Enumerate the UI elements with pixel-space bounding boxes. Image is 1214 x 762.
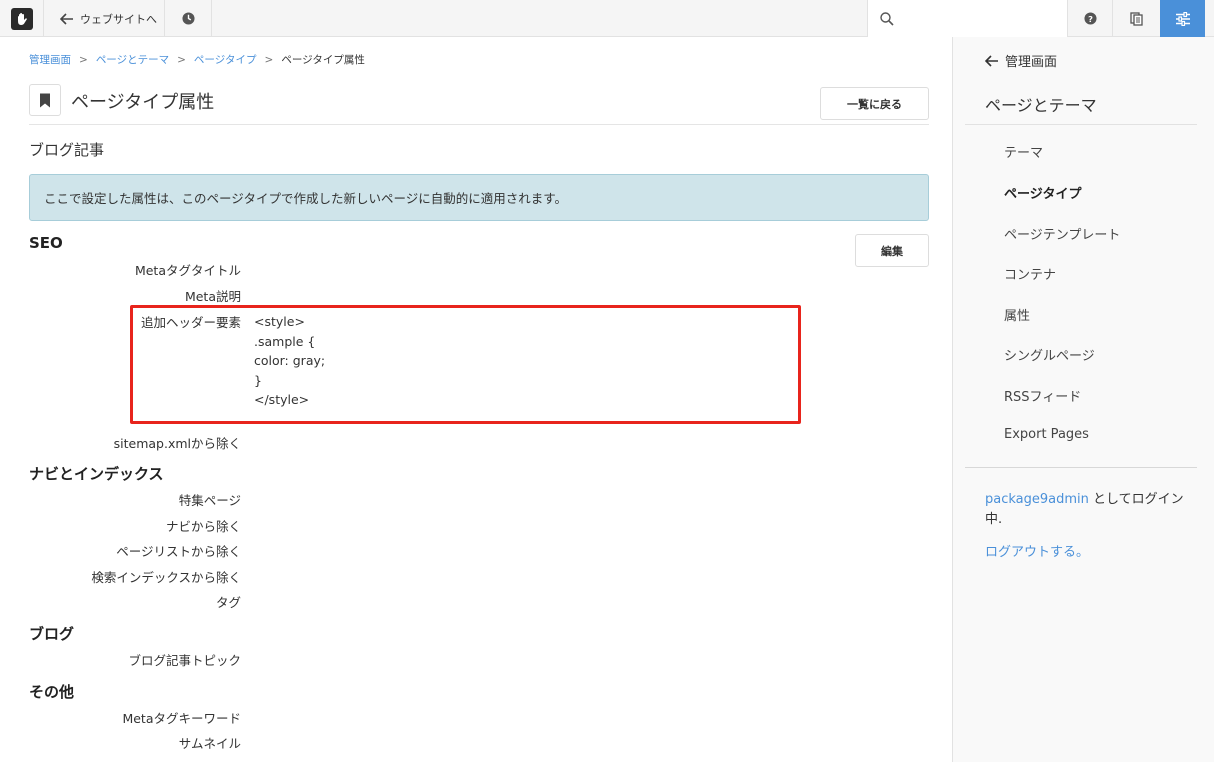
attr-label-meta-description: Meta説明	[184, 289, 241, 304]
back-to-website-button[interactable]: ウェブサイトへ	[45, 0, 165, 37]
breadcrumb-separator: >	[264, 54, 274, 66]
breadcrumb-current: ページタイプ属性	[281, 54, 365, 66]
breadcrumb-link-dashboard[interactable]: 管理画面	[29, 54, 71, 66]
attr-label-exclude-sitemap: sitemap.xmlから除く	[113, 436, 241, 451]
search-input[interactable]	[900, 3, 1060, 34]
search-box[interactable]	[867, 0, 1068, 37]
attr-label-exclude-page-list: ページリストから除く	[116, 544, 241, 559]
attr-label-header-extra: 追加ヘッダー要素	[140, 315, 241, 330]
concrete-logo[interactable]	[0, 0, 44, 37]
recent-button[interactable]	[166, 0, 212, 37]
sidebar-divider	[965, 124, 1197, 125]
code-line: <style>	[254, 314, 305, 329]
dashboard-settings-button[interactable]	[1160, 0, 1205, 37]
hand-logo-icon	[10, 7, 33, 30]
section-heading-blog: ブログ	[29, 625, 75, 643]
page-title: ページタイプ属性	[71, 92, 215, 113]
login-status: package9admin としてログイン中.	[985, 490, 1185, 530]
clock-icon	[182, 12, 195, 25]
attr-label-meta-title: Metaタグタイトル	[134, 263, 241, 278]
sidebar-item-page-types[interactable]: ページタイプ	[1004, 183, 1081, 202]
info-alert: ここで設定した属性は、このページタイプで作成した新しいページに自動的に適用されま…	[29, 174, 929, 221]
attr-label-tags: タグ	[215, 595, 241, 610]
question-icon: ?	[1084, 12, 1097, 25]
breadcrumb-separator: >	[177, 54, 186, 66]
sidebar-back-link[interactable]: 管理画面	[985, 51, 1057, 70]
attr-label-meta-keywords: Metaタグキーワード	[122, 711, 241, 726]
header-divider	[29, 124, 929, 125]
bookmark-icon	[40, 93, 50, 107]
top-toolbar: ウェブサイトへ ?	[0, 0, 1214, 37]
sidebar-item-themes[interactable]: テーマ	[1004, 142, 1043, 161]
edit-button[interactable]: 編集	[855, 234, 929, 267]
code-line: }	[254, 372, 262, 388]
breadcrumb-link-page-types[interactable]: ページタイプ	[194, 54, 257, 66]
attr-label-featured: 特集ページ	[178, 493, 241, 508]
sidebar-title: ページとテーマ	[985, 96, 1097, 115]
sitemap-button[interactable]	[1114, 0, 1159, 37]
sidebar-divider	[965, 467, 1197, 468]
attr-label-exclude-nav: ナビから除く	[165, 519, 241, 534]
attr-label-blog-topics: ブログ記事トピック	[128, 653, 241, 668]
help-button[interactable]: ?	[1069, 0, 1113, 37]
section-heading-nav-index: ナビとインデックス	[29, 465, 164, 483]
page-icon	[29, 84, 61, 116]
login-user-link[interactable]: package9admin	[985, 492, 1089, 507]
breadcrumb: 管理画面 > ページとテーマ > ページタイプ > ページタイプ属性	[29, 52, 365, 67]
sidebar-item-containers[interactable]: コンテナ	[1004, 264, 1056, 283]
info-alert-text: ここで設定した属性は、このページタイプで作成した新しいページに自動的に適用されま…	[44, 191, 568, 206]
arrow-left-icon	[985, 54, 998, 67]
attr-label-thumbnail: サムネイル	[178, 736, 241, 751]
sidebar-item-single-pages[interactable]: シングルページ	[1004, 345, 1095, 364]
dashboard-sidebar: 管理画面 ページとテーマ テーマ ページタイプ ページテンプレート コンテナ 属…	[952, 37, 1214, 762]
sidebar-back-label: 管理画面	[1005, 55, 1058, 70]
logout-link[interactable]: ログアウトする。	[985, 541, 1089, 560]
page-type-name: ブログ記事	[29, 141, 105, 159]
code-line: .sample {	[254, 333, 316, 349]
search-icon	[880, 11, 894, 26]
code-line: color: gray;	[254, 353, 326, 368]
breadcrumb-link-pages-themes[interactable]: ページとテーマ	[96, 54, 169, 66]
breadcrumb-separator: >	[79, 54, 88, 66]
back-to-website-label: ウェブサイトへ	[80, 12, 157, 26]
pages-icon	[1130, 11, 1143, 26]
arrow-left-icon	[60, 12, 73, 25]
svg-text:?: ?	[1088, 14, 1093, 24]
code-line: </style>	[254, 392, 310, 407]
section-heading-seo: SEO	[29, 234, 63, 252]
header-extra-value: <style> .sample { color: gray; } </style…	[254, 312, 325, 410]
sidebar-item-page-templates[interactable]: ページテンプレート	[1004, 224, 1120, 243]
sliders-icon	[1175, 11, 1190, 26]
sidebar-item-export-pages[interactable]: Export Pages	[1004, 427, 1089, 442]
back-to-list-button[interactable]: 一覧に戻る	[820, 87, 929, 120]
sidebar-item-attributes[interactable]: 属性	[1004, 305, 1030, 324]
sidebar-scrollbar[interactable]	[1206, 37, 1214, 762]
attr-label-exclude-search: 検索インデックスから除く	[91, 570, 241, 585]
section-heading-other: その他	[29, 683, 75, 701]
sidebar-item-rss-feeds[interactable]: RSSフィード	[1004, 386, 1081, 405]
